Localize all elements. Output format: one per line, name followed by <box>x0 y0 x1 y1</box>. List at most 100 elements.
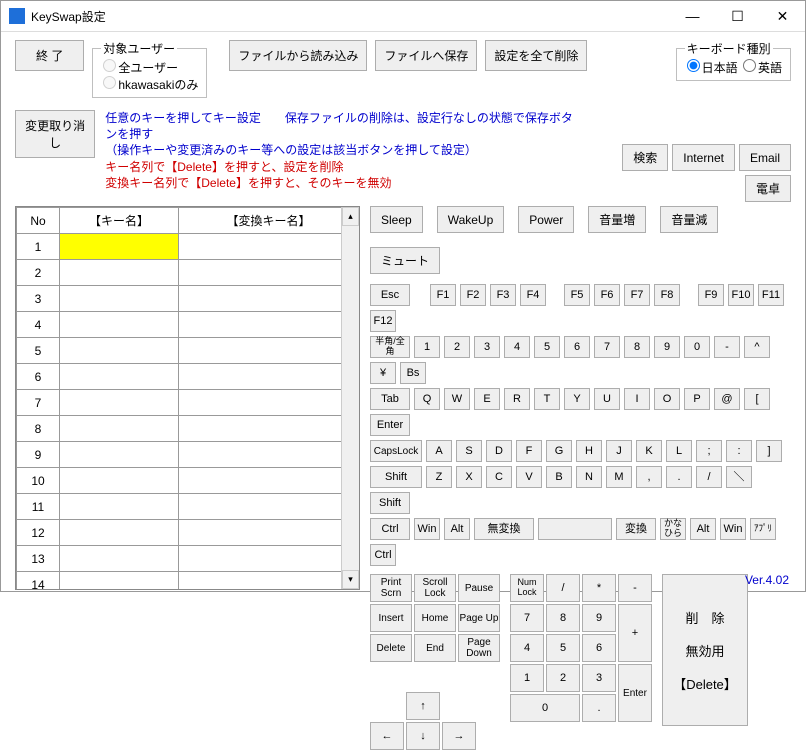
n1-key[interactable]: 1 <box>510 664 544 692</box>
radio-all-users[interactable]: 全ユーザー <box>101 61 178 75</box>
n0-key[interactable]: 0 <box>510 694 580 722</box>
scrlk-key[interactable]: Scroll Lock <box>414 574 456 602</box>
cell-conv[interactable] <box>179 546 359 572</box>
rshift-key[interactable]: Shift <box>370 492 410 514</box>
power-key[interactable]: Power <box>518 206 574 233</box>
n9-key[interactable]: 9 <box>582 604 616 632</box>
s-key[interactable]: S <box>456 440 482 462</box>
table-row[interactable]: 4 <box>17 312 359 338</box>
table-scrollbar[interactable]: ▴ ▾ <box>341 207 359 589</box>
scroll-up-icon[interactable]: ▴ <box>342 207 359 226</box>
table-row[interactable]: 11 <box>17 494 359 520</box>
cell-key[interactable] <box>60 468 179 494</box>
ndiv-key[interactable]: / <box>546 574 580 602</box>
key-3[interactable]: 3 <box>474 336 500 358</box>
cell-key[interactable] <box>60 338 179 364</box>
sleep-key[interactable]: Sleep <box>370 206 423 233</box>
cell-key[interactable] <box>60 546 179 572</box>
cell-key[interactable] <box>60 416 179 442</box>
e-key[interactable]: E <box>474 388 500 410</box>
radio-current-user[interactable]: hkawasakiのみ <box>101 78 198 92</box>
maximize-button[interactable]: ☐ <box>715 2 760 31</box>
u-key[interactable]: U <box>594 388 620 410</box>
left-key[interactable]: ← <box>370 722 404 750</box>
f7-key[interactable]: F7 <box>624 284 650 306</box>
n7-key[interactable]: 7 <box>510 604 544 632</box>
f10-key[interactable]: F10 <box>728 284 754 306</box>
minimize-button[interactable]: — <box>670 2 715 31</box>
period-key[interactable]: . <box>666 466 692 488</box>
i-key[interactable]: I <box>624 388 650 410</box>
pause-key[interactable]: Pause <box>458 574 500 602</box>
cell-key[interactable] <box>60 520 179 546</box>
cell-conv[interactable] <box>179 312 359 338</box>
radio-en[interactable]: 英語 <box>741 61 782 75</box>
lctrl-key[interactable]: Ctrl <box>370 518 410 540</box>
key-6[interactable]: 6 <box>564 336 590 358</box>
down-key[interactable]: ↓ <box>406 722 440 750</box>
radio-jp[interactable]: 日本語 <box>685 61 738 75</box>
f4-key[interactable]: F4 <box>520 284 546 306</box>
email-button[interactable]: Email <box>739 144 791 171</box>
key-1[interactable]: 1 <box>414 336 440 358</box>
nsub-key[interactable]: - <box>618 574 652 602</box>
cell-key[interactable] <box>60 260 179 286</box>
lwin-key[interactable]: Win <box>414 518 440 540</box>
z-key[interactable]: Z <box>426 466 452 488</box>
hankaku-key[interactable]: 半角/全角 <box>370 336 410 358</box>
m-key[interactable]: M <box>606 466 632 488</box>
cell-conv[interactable] <box>179 520 359 546</box>
semi-key[interactable]: ; <box>696 440 722 462</box>
table-row[interactable]: 13 <box>17 546 359 572</box>
cell-key[interactable] <box>60 364 179 390</box>
voldown-key[interactable]: 音量減 <box>660 206 718 233</box>
g-key[interactable]: G <box>546 440 572 462</box>
yen-key[interactable]: ¥ <box>370 362 396 384</box>
cell-key[interactable] <box>60 286 179 312</box>
muhenkan-key[interactable]: 無変換 <box>474 518 534 540</box>
enter-key[interactable]: Enter <box>370 414 410 436</box>
cell-conv[interactable] <box>179 442 359 468</box>
key-4[interactable]: 4 <box>504 336 530 358</box>
f9-key[interactable]: F9 <box>698 284 724 306</box>
table-row[interactable]: 9 <box>17 442 359 468</box>
right-key[interactable]: → <box>442 722 476 750</box>
comma-key[interactable]: , <box>636 466 662 488</box>
table-row[interactable]: 12 <box>17 520 359 546</box>
a-key[interactable]: A <box>426 440 452 462</box>
f-key[interactable]: F <box>516 440 542 462</box>
calc-button[interactable]: 電卓 <box>745 175 791 202</box>
mute-key[interactable]: ミュート <box>370 247 440 274</box>
esc-key[interactable]: Esc <box>370 284 410 306</box>
cell-conv[interactable] <box>179 572 359 591</box>
tab-key[interactable]: Tab <box>370 388 410 410</box>
n4-key[interactable]: 4 <box>510 634 544 662</box>
j-key[interactable]: J <box>606 440 632 462</box>
ralt-key[interactable]: Alt <box>690 518 716 540</box>
caps-key[interactable]: CapsLock <box>370 440 422 462</box>
home-key[interactable]: Home <box>414 604 456 632</box>
o-key[interactable]: O <box>654 388 680 410</box>
clear-all-button[interactable]: 設定を全て削除 <box>485 40 587 71</box>
nent-key[interactable]: Enter <box>618 664 652 722</box>
f11-key[interactable]: F11 <box>758 284 784 306</box>
table-row[interactable]: 8 <box>17 416 359 442</box>
f1-key[interactable]: F1 <box>430 284 456 306</box>
table-row[interactable]: 10 <box>17 468 359 494</box>
lalt-key[interactable]: Alt <box>444 518 470 540</box>
internet-button[interactable]: Internet <box>672 144 735 171</box>
load-file-button[interactable]: ファイルから読み込み <box>229 40 367 71</box>
app-key[interactable]: ｱﾌﾟﾘ <box>750 518 776 540</box>
caret-key[interactable]: ^ <box>744 336 770 358</box>
table-row[interactable]: 7 <box>17 390 359 416</box>
colon-key[interactable]: : <box>726 440 752 462</box>
key-8[interactable]: 8 <box>624 336 650 358</box>
f8-key[interactable]: F8 <box>654 284 680 306</box>
b-key[interactable]: B <box>546 466 572 488</box>
save-file-button[interactable]: ファイルへ保存 <box>375 40 477 71</box>
kana-key[interactable]: かなひら <box>660 518 686 540</box>
nadd-key[interactable]: + <box>618 604 652 662</box>
n8-key[interactable]: 8 <box>546 604 580 632</box>
scroll-down-icon[interactable]: ▾ <box>342 570 359 589</box>
lshift-key[interactable]: Shift <box>370 466 422 488</box>
